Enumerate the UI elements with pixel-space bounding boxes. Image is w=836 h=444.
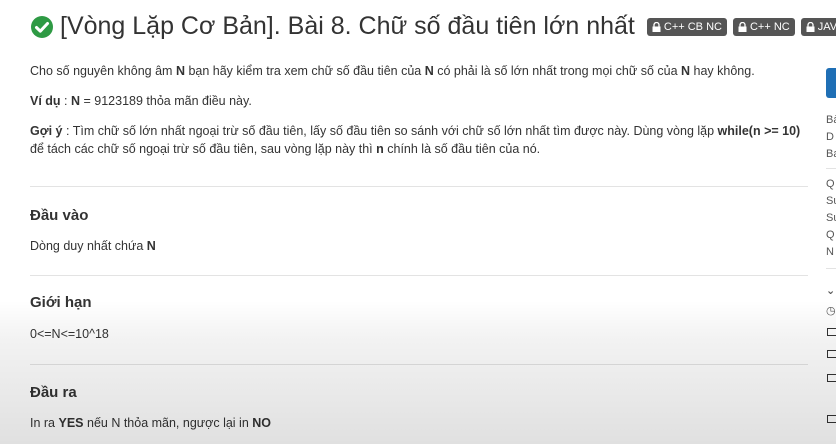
- var-n: N: [70, 94, 81, 108]
- language-tags: C++ CB NC C++ NC JAVA: [646, 17, 836, 36]
- var-n: N: [681, 64, 691, 78]
- text: bạn hãy kiểm tra xem chữ số đầu tiên của: [184, 64, 425, 78]
- lock-icon: [738, 21, 747, 32]
- sidebar-text: D: [826, 131, 834, 143]
- hint-code: while(n >= 10): [717, 124, 801, 138]
- text: có phải là số lớn nhất trong mọi chữ số …: [433, 64, 682, 78]
- text: In ra: [30, 416, 59, 430]
- statement-paragraph: Cho số nguyên không âm N bạn hãy kiểm tr…: [30, 62, 805, 80]
- limit-text: 0<=N<=10^18: [30, 327, 109, 341]
- keyboard-icon: [827, 350, 836, 358]
- hint-label: Gợi ý: [30, 124, 63, 138]
- text: = 9123189 thỏa mãn điều này.: [80, 94, 252, 108]
- limit-heading: Giới hạn: [30, 294, 92, 311]
- sidebar-text: Su: [826, 195, 836, 207]
- text: hay không.: [690, 64, 755, 78]
- divider: [30, 364, 808, 365]
- hint-paragraph: Gợi ý : Tìm chữ số lớn nhất ngoại trừ số…: [30, 122, 805, 158]
- sidebar-text: Bà: [826, 114, 836, 126]
- var-n: N: [424, 64, 434, 78]
- tag-label: C++ NC: [749, 20, 790, 33]
- tag-label: C++ CB NC: [663, 20, 722, 33]
- lock-icon: [652, 21, 661, 32]
- problem-statement: Cho số nguyên không âm N bạn hãy kiểm tr…: [30, 62, 805, 170]
- example-label: Ví dụ: [30, 94, 61, 108]
- title-row: [Vòng Lặp Cơ Bản]. Bài 8. Chữ số đầu tiê…: [30, 12, 836, 41]
- text: để tách các chữ số ngoại trừ số đầu tiên…: [30, 142, 377, 156]
- sidebar-text: N: [826, 246, 834, 258]
- text: : Tìm chữ số lớn nhất ngoại trừ số đầu t…: [62, 124, 718, 138]
- chevron-icon[interactable]: ⌄: [826, 284, 835, 297]
- clock-icon: ◷: [826, 305, 836, 317]
- output-heading: Đầu ra: [30, 384, 77, 401]
- sidebar-text: Ba: [826, 148, 836, 160]
- sidebar-button[interactable]: [826, 68, 836, 98]
- tag-cpp-cb-nc[interactable]: C++ CB NC: [646, 17, 727, 36]
- text: chính là số đầu tiên của nó.: [383, 142, 541, 156]
- text: :: [60, 94, 71, 108]
- text: Dòng duy nhất chứa: [30, 239, 147, 253]
- var-n: N: [146, 239, 156, 253]
- divider: [30, 186, 808, 187]
- sidebar-text: Su: [826, 212, 836, 224]
- var-n: n: [376, 142, 384, 156]
- sidebar-divider: [826, 268, 836, 269]
- text: Cho số nguyên không âm: [30, 64, 176, 78]
- sidebar-text: Q: [826, 178, 835, 190]
- output-text: In ra YES nếu N thỏa mãn, ngược lại in N…: [30, 416, 271, 430]
- input-text: Dòng duy nhất chứa N: [30, 239, 156, 253]
- tag-cpp-nc[interactable]: C++ NC: [732, 17, 795, 36]
- input-heading: Đầu vào: [30, 207, 89, 224]
- sidebar-text: Q: [826, 229, 835, 241]
- lock-icon: [806, 21, 815, 32]
- example-paragraph: Ví dụ : N = 9123189 thỏa mãn điều này.: [30, 92, 805, 110]
- divider: [30, 275, 808, 276]
- check-circle-icon: [31, 15, 53, 38]
- edit-icon: [827, 415, 836, 423]
- yes-keyword: YES: [58, 416, 84, 430]
- right-sidebar: Bà D Ba Q Su Su Q N ⌄ ◷: [826, 0, 836, 444]
- problem-title: [Vòng Lặp Cơ Bản]. Bài 8. Chữ số đầu tiê…: [60, 12, 635, 40]
- printer-icon: [827, 374, 836, 382]
- sidebar-divider: [826, 168, 836, 169]
- var-n: N: [175, 64, 185, 78]
- list-icon: [827, 328, 836, 336]
- text: nếu N thỏa mãn, ngược lại in: [83, 416, 253, 430]
- no-keyword: NO: [252, 416, 272, 430]
